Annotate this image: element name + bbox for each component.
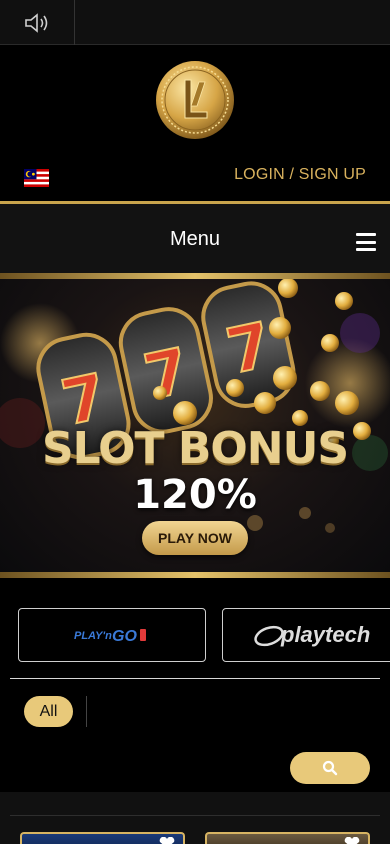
login-signup-link[interactable]: LOGIN / SIGN UP: [234, 166, 366, 184]
play-now-button[interactable]: PLAY NOW: [142, 521, 248, 555]
provider-playngo[interactable]: PLAY'n GO: [18, 608, 206, 662]
topbar-divider: [74, 0, 75, 45]
providers-divider: [10, 678, 380, 679]
provider-carousel[interactable]: PLAY'n GO playtech: [0, 608, 390, 664]
malaysia-flag-icon: [24, 169, 49, 187]
sound-toggle-button[interactable]: [24, 8, 76, 38]
games-divider: [10, 815, 380, 816]
svg-text:PLAY'n: PLAY'n: [74, 630, 112, 642]
game-card[interactable]: [20, 832, 185, 844]
hamburger-menu-icon[interactable]: [356, 233, 376, 251]
speaker-icon: [25, 13, 48, 33]
filter-divider: [86, 696, 87, 727]
svg-text:GO: GO: [112, 628, 137, 644]
banner-border-bottom: [0, 572, 390, 578]
site-logo[interactable]: [155, 60, 235, 140]
menu-bar: Menu: [0, 201, 390, 276]
language-selector[interactable]: [24, 169, 49, 187]
promo-banner[interactable]: 7 7 7 SLOT BONUS 120% PLAY NOW: [0, 273, 390, 578]
top-bar: [0, 0, 390, 45]
gold-coin-logo: [156, 61, 234, 139]
banner-border-top: [0, 273, 390, 279]
banner-percentage: 120%: [133, 472, 257, 518]
game-card[interactable]: [205, 832, 370, 844]
heart-icon[interactable]: [342, 837, 362, 844]
search-button[interactable]: [290, 752, 370, 784]
playngo-logo: PLAY'n GO: [74, 628, 146, 644]
search-icon: [322, 760, 338, 776]
heart-icon[interactable]: [157, 837, 177, 844]
playtech-logo: playtech: [254, 622, 370, 647]
filter-all-button[interactable]: All: [24, 696, 73, 727]
svg-text:playtech: playtech: [280, 622, 370, 647]
banner-title: SLOT BONUS: [41, 423, 349, 474]
provider-playtech[interactable]: playtech: [222, 608, 390, 662]
menu-title[interactable]: Menu: [0, 228, 390, 251]
